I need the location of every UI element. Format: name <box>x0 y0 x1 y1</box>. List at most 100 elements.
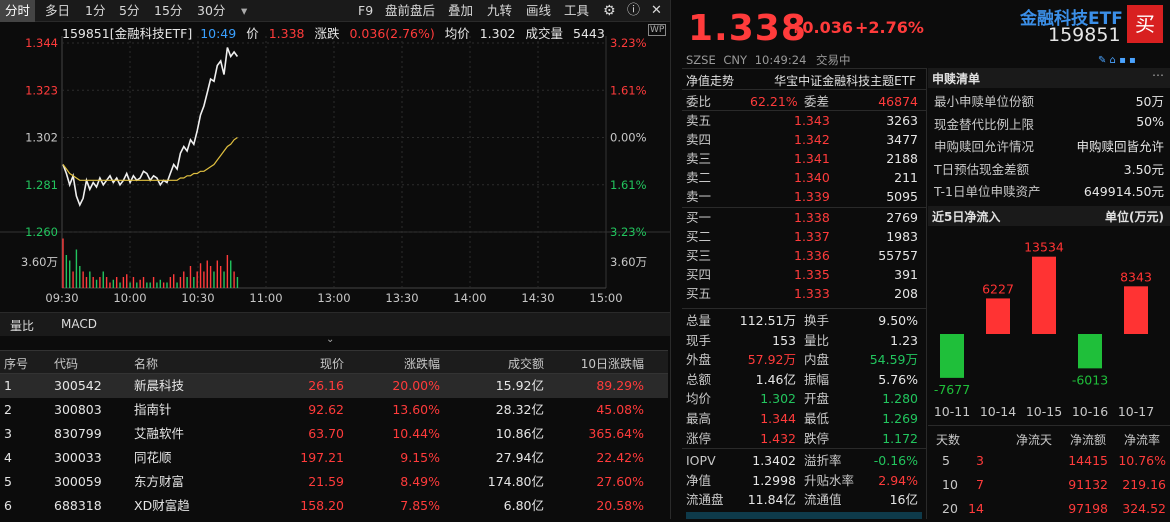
volume-bar <box>152 277 155 288</box>
link-icon[interactable]: ✎ ⌂ ▪ ▪ <box>1098 55 1136 66</box>
ask-row[interactable]: 卖三 1.341 2188 <box>682 149 922 168</box>
col-price[interactable]: 现价 <box>320 355 344 372</box>
y-tick-label: 1.302 <box>25 131 58 145</box>
tab-liangbi[interactable]: 量比 <box>10 317 34 334</box>
tracked-index: 华宝中证金融科技主题ETF <box>774 74 916 88</box>
volume-bar <box>173 274 175 288</box>
tab-multi-day[interactable]: 多日 <box>40 0 75 22</box>
bid-row[interactable]: 买二 1.337 1983 <box>682 227 922 246</box>
dropdown-icon[interactable]: ▾ <box>236 0 252 22</box>
nav-label[interactable]: 净值走势 <box>686 72 734 89</box>
level-price: 1.343 <box>794 113 830 128</box>
tools-button[interactable]: 工具 <box>559 0 594 22</box>
volume-bar <box>166 282 168 288</box>
col-change[interactable]: 涨跌幅 <box>404 355 440 372</box>
level-label: 卖五 <box>686 113 712 128</box>
netflow-date-label: 10-16 <box>1072 404 1108 419</box>
overlay-button[interactable]: 叠加 <box>443 0 478 22</box>
x-tick-label: 09:30 <box>45 291 78 305</box>
f9-button[interactable]: F9 <box>353 0 378 22</box>
netflow-bar <box>1124 286 1148 334</box>
tab-15min[interactable]: 15分 <box>149 0 187 22</box>
level-volume: 3263 <box>886 113 918 128</box>
bid-row[interactable]: 买五 1.333 208 <box>682 284 922 303</box>
volume-bar <box>189 266 192 288</box>
tab-fenshi[interactable]: 分时 <box>0 0 36 22</box>
jiuzhuan-button[interactable]: 九转 <box>482 0 517 22</box>
ask-row[interactable]: 卖四 1.342 3477 <box>682 130 922 149</box>
row-amount: 15.92亿 <box>495 378 544 393</box>
ask-row[interactable]: 卖五 1.343 3263 <box>682 111 922 130</box>
ask-row[interactable]: 卖一 1.339 5095 <box>682 187 922 206</box>
stat-value: 54.59万 <box>869 352 918 368</box>
close-icon[interactable]: ✕ <box>646 0 667 22</box>
subscribe-row: T日预估现金差额 3.50元 <box>928 156 1170 179</box>
more-icon[interactable]: ⋯ <box>1152 68 1164 82</box>
volume-bar <box>219 266 222 288</box>
col-amount[interactable]: 成交额 <box>508 355 544 372</box>
col-code[interactable]: 代码 <box>54 355 78 372</box>
row-10d-change: 22.42% <box>596 450 644 465</box>
gear-icon[interactable]: ⚙ <box>598 0 621 22</box>
table-row[interactable]: 2 300803 指南针 92.62 13.60% 28.32亿 45.08% <box>0 398 668 422</box>
bid-row[interactable]: 买一 1.338 2769 <box>682 208 922 227</box>
volume-bar <box>62 238 64 288</box>
buy-button[interactable]: 买 <box>1127 5 1163 43</box>
netflow-date-label: 10-17 <box>1118 404 1154 419</box>
row-change: 7.85% <box>400 498 440 513</box>
stat-row: 流通盘 11.84亿 流通值 16亿 <box>682 490 922 509</box>
row-price: 92.62 <box>308 402 344 417</box>
y-tick-label: 1.260 <box>25 225 58 239</box>
intraday-chart[interactable]: 1.344 3.23% 1.323 1.61% 1.302 0.00% 1.281 1.61%… <box>0 36 670 308</box>
premarket-button[interactable]: 盘前盘后 <box>380 0 440 22</box>
bid-row[interactable]: 买三 1.336 55757 <box>682 246 922 265</box>
flow-ndays: 14 <box>968 501 984 516</box>
subscribe-row: 申购赎回允许情况 申购赎回皆允许 <box>928 133 1170 156</box>
tab-30min[interactable]: 30分 <box>192 0 230 22</box>
y-tick-label-pct: 3.23% <box>610 36 647 50</box>
draw-button[interactable]: 画线 <box>521 0 556 22</box>
row-change: 20.00% <box>392 378 440 393</box>
volume-bar <box>122 277 125 288</box>
nav-row: 净值走势 华宝中证金融科技主题ETF <box>682 68 926 90</box>
subscribe-label: 最小申赎单位份额 <box>934 94 1035 109</box>
x-tick-label: 10:00 <box>113 291 146 305</box>
flow-row: 20 14 97198 324.52 <box>928 498 1170 522</box>
stat-label: 外盘 <box>686 352 712 368</box>
table-row[interactable]: 3 830799 艾融软件 63.70 10.44% 10.86亿 365.64% <box>0 422 668 446</box>
help-icon[interactable]: ⓘ <box>622 0 645 22</box>
volume-bar <box>109 282 111 288</box>
flow-days: 5 <box>942 453 950 468</box>
wp-icon[interactable]: WP <box>648 24 667 36</box>
volume-bar <box>89 271 91 288</box>
tab-macd[interactable]: MACD <box>61 317 97 331</box>
netflow-bar <box>940 334 964 378</box>
stat-value: 1.344 <box>760 411 796 426</box>
row-code: 300542 <box>54 378 102 393</box>
tab-5min[interactable]: 5分 <box>114 0 144 22</box>
stat-row: 现手 153 量比 1.23 <box>682 331 922 350</box>
volume-bar <box>216 260 219 288</box>
col-index[interactable]: 序号 <box>4 355 28 372</box>
subscribe-label: T-1日单位申赎资产 <box>934 184 1041 199</box>
stat-label: 最高 <box>686 411 712 426</box>
flow-col-ndays: 净流天 <box>1016 433 1053 447</box>
volume-bar <box>95 279 98 288</box>
x-tick-label: 13:30 <box>385 291 418 305</box>
col-10d-change[interactable]: 10日涨跌幅 <box>581 355 644 372</box>
table-row[interactable]: 4 300033 同花顺 197.21 9.15% 27.94亿 22.42% <box>0 446 668 470</box>
ask-row[interactable]: 卖二 1.340 211 <box>682 168 922 187</box>
volume-bar <box>102 271 104 288</box>
tab-1min[interactable]: 1分 <box>80 0 110 22</box>
stat-label: 换手 <box>804 313 830 328</box>
col-name[interactable]: 名称 <box>134 355 158 372</box>
level-volume: 2188 <box>886 151 918 166</box>
stat-value: 1.432 <box>760 430 796 446</box>
stat-label: 涨停 <box>686 430 712 446</box>
bid-row[interactable]: 买四 1.335 391 <box>682 265 922 284</box>
table-row[interactable]: 1 300542 新晨科技 26.16 20.00% 15.92亿 89.29% <box>0 374 668 398</box>
expand-icon[interactable]: ⌄ <box>326 334 334 345</box>
table-row[interactable]: 6 688318 XD财富趋 158.20 7.85% 6.80亿 20.58% <box>0 494 668 518</box>
table-row[interactable]: 5 300059 东方财富 21.59 8.49% 174.80亿 27.60% <box>0 470 668 494</box>
level-price: 1.336 <box>794 248 830 263</box>
